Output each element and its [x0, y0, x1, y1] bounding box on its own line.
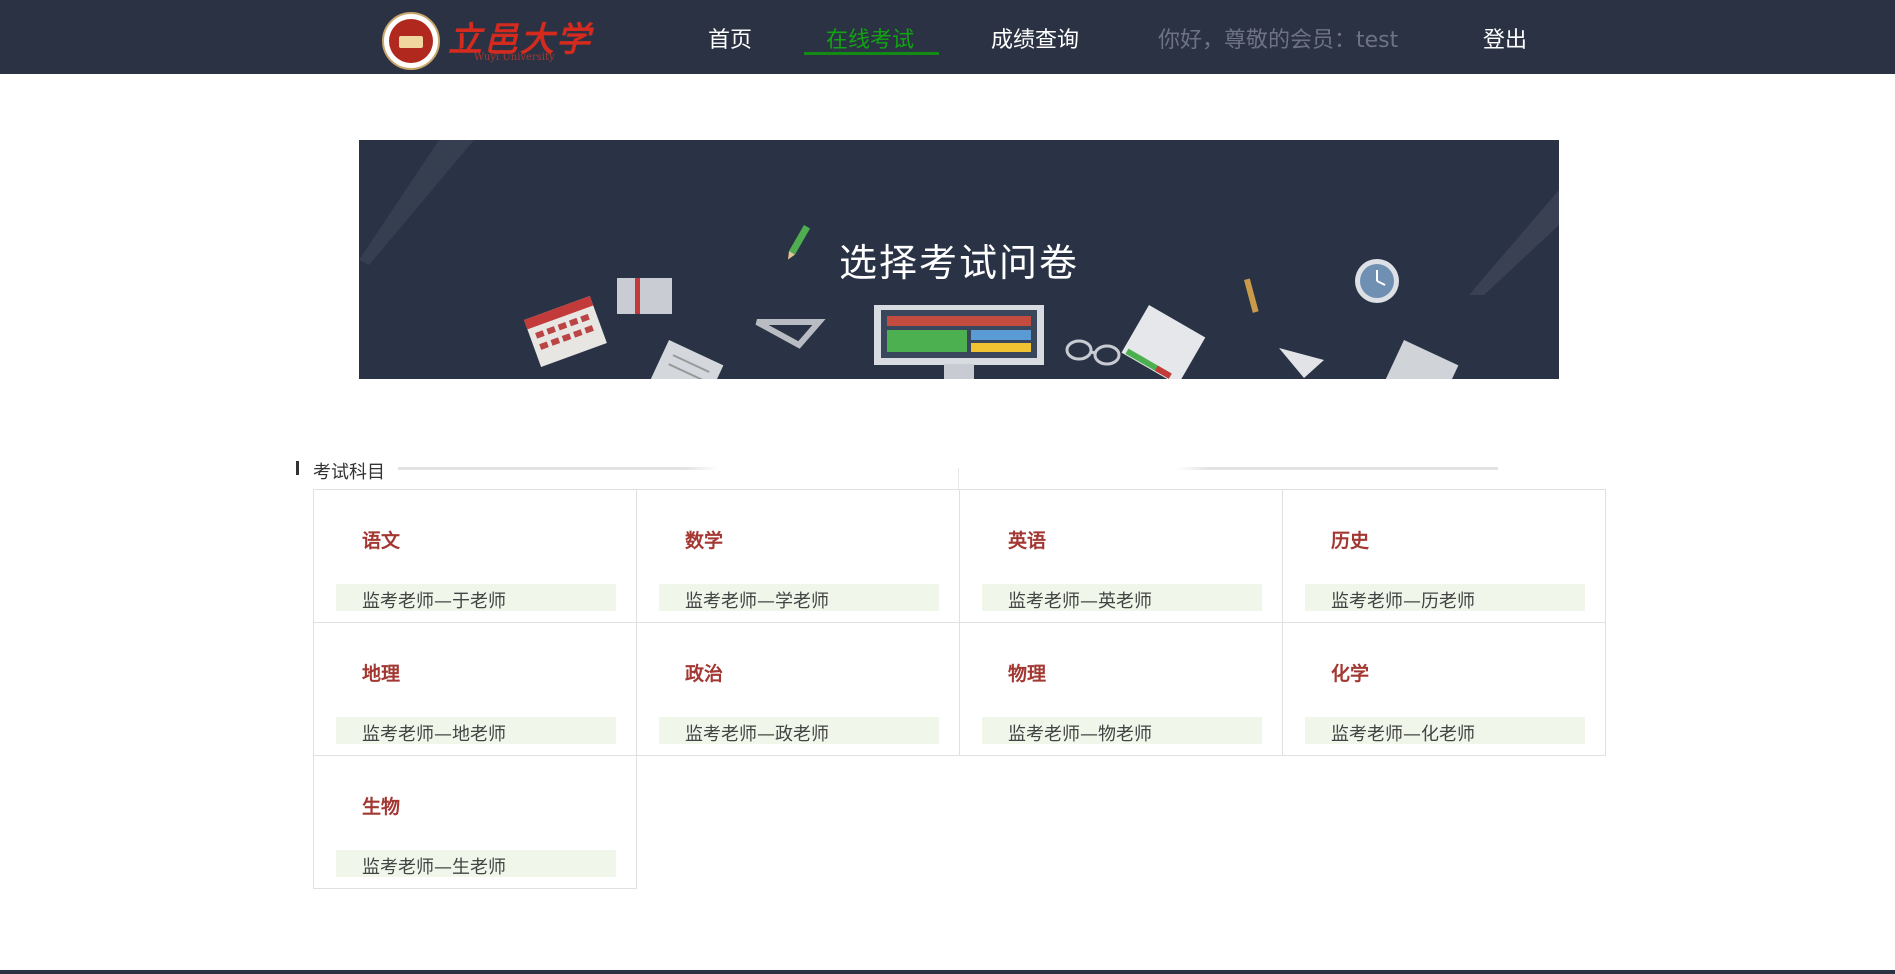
document-icon: [1384, 340, 1459, 379]
teacher-label: 监考老师—于老师: [362, 591, 506, 612]
section-title: 考试科目: [313, 462, 385, 483]
teacher-label-box: 监考老师—学老师: [659, 584, 939, 612]
teacher-label: 监考老师—学老师: [685, 591, 829, 612]
subject-name: 生物: [362, 796, 401, 818]
triangle-ruler-icon: [755, 319, 826, 349]
computer-monitor-icon: [874, 305, 1044, 379]
nav-score-query[interactable]: 成绩查询: [991, 22, 1079, 54]
teacher-label-box: 监考老师—于老师: [336, 584, 616, 612]
teacher-label: 监考老师—英老师: [1008, 591, 1152, 612]
section-divider-center: [958, 468, 959, 490]
section-marker: [296, 461, 299, 475]
teacher-label: 监考老师—地老师: [362, 724, 506, 745]
subject-card-math[interactable]: 数学 监考老师—学老师: [636, 489, 960, 623]
teacher-label-box: 监考老师—政老师: [659, 717, 939, 745]
subject-card-chinese[interactable]: 语文 监考老师—于老师: [313, 489, 637, 623]
teacher-label: 监考老师—生老师: [362, 857, 506, 878]
subject-name: 地理: [362, 663, 401, 685]
teacher-label: 监考老师—历老师: [1331, 591, 1475, 612]
subject-name: 英语: [1008, 530, 1047, 552]
glasses-icon: [1065, 339, 1121, 366]
teacher-label-box: 监考老师—化老师: [1305, 717, 1585, 745]
paper-icon: [649, 340, 724, 379]
subject-card-politics[interactable]: 政治 监考老师—政老师: [636, 622, 960, 756]
calendar-icon: [524, 296, 607, 367]
university-seal-icon: [382, 12, 440, 70]
teacher-label-box: 监考老师—物老师: [982, 717, 1262, 745]
subject-card-history[interactable]: 历史 监考老师—历老师: [1282, 489, 1606, 623]
subject-name: 化学: [1331, 663, 1370, 685]
paper-plane-icon: [1279, 348, 1324, 378]
nav-home[interactable]: 首页: [708, 22, 752, 54]
subject-card-chemistry[interactable]: 化学 监考老师—化老师: [1282, 622, 1606, 756]
teacher-label-box: 监考老师—历老师: [1305, 584, 1585, 612]
subject-card-english[interactable]: 英语 监考老师—英老师: [959, 489, 1283, 623]
banner-title: 选择考试问卷: [838, 241, 1079, 285]
teacher-label-box: 监考老师—生老师: [336, 850, 616, 878]
nav-active-underline: [804, 52, 939, 55]
exam-banner: 选择考试问卷: [359, 140, 1559, 379]
teacher-label: 监考老师—化老师: [1331, 724, 1475, 745]
user-greeting: 你好，尊敬的会员：test: [1158, 28, 1399, 53]
section-divider-left: [398, 467, 718, 470]
subject-name: 政治: [685, 663, 724, 685]
teacher-label-box: 监考老师—英老师: [982, 584, 1262, 612]
university-logo[interactable]: 立邑大学 Wuyi University: [382, 10, 592, 70]
section-divider-right: [1176, 467, 1498, 470]
teacher-label: 监考老师—物老师: [1008, 724, 1152, 745]
bottom-edge-bar: [0, 970, 1895, 974]
subject-name: 物理: [1008, 663, 1047, 685]
subject-name: 历史: [1331, 530, 1370, 552]
subject-card-geography[interactable]: 地理 监考老师—地老师: [313, 622, 637, 756]
subject-name: 语文: [362, 530, 401, 552]
subject-card-biology[interactable]: 生物 监考老师—生老师: [313, 755, 637, 889]
notepad-icon: [1121, 305, 1206, 379]
subject-card-physics[interactable]: 物理 监考老师—物老师: [959, 622, 1283, 756]
teacher-label-box: 监考老师—地老师: [336, 717, 616, 745]
nav-online-exam[interactable]: 在线考试: [826, 22, 914, 54]
teacher-label: 监考老师—政老师: [685, 724, 829, 745]
logo-subtext: Wuyi University: [474, 52, 555, 63]
subject-name: 数学: [685, 530, 724, 552]
top-navbar: 立邑大学 Wuyi University 首页 在线考试 成绩查询 你好，尊敬的…: [0, 0, 1895, 74]
logout-link[interactable]: 登出: [1483, 22, 1527, 54]
